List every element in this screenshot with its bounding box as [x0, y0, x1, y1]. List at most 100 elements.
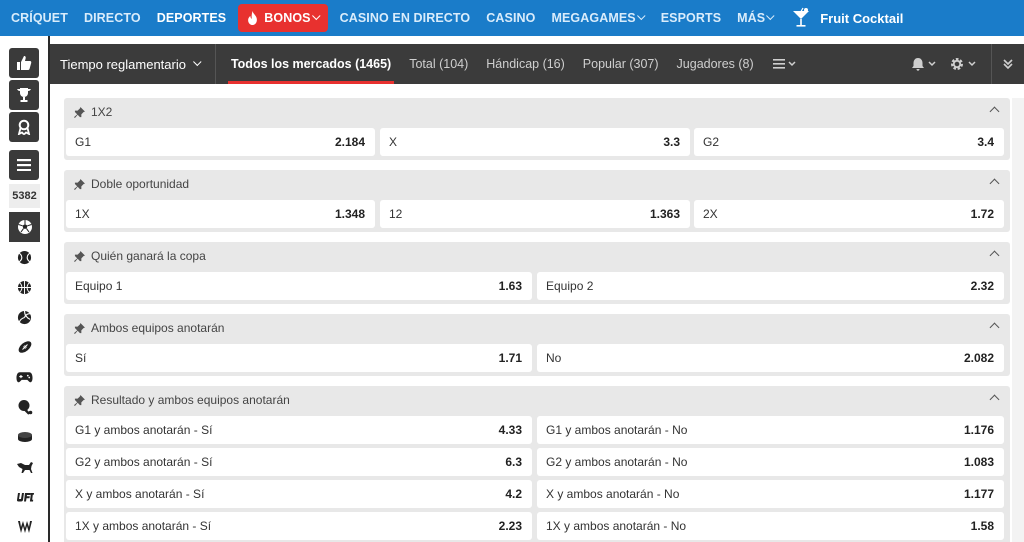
- odd-button[interactable]: G2 y ambos anotarán - Sí 6.3: [66, 448, 532, 476]
- nav-megagames[interactable]: MEGAGAMES: [543, 0, 652, 36]
- flame-icon: [248, 11, 258, 25]
- odd-value: 1.72: [970, 207, 994, 221]
- chevron-up-icon[interactable]: [989, 106, 1000, 117]
- odd-value: 1.083: [963, 455, 994, 469]
- nav-casino-en-directo[interactable]: CASINO EN DIRECTO: [332, 0, 479, 36]
- sidebar-sport-football[interactable]: [9, 212, 40, 242]
- market-header[interactable]: Ambos equipos anotarán: [64, 314, 1010, 342]
- nav-casino[interactable]: CASINO: [478, 0, 543, 36]
- odd-button[interactable]: Equipo 2 2.32: [537, 272, 1004, 300]
- sidebar-sport-esports[interactable]: [9, 362, 40, 392]
- horse-icon: [16, 462, 33, 473]
- odd-value: 3.3: [663, 135, 680, 149]
- odd-value: 1.63: [498, 279, 522, 293]
- sidebar-trophy[interactable]: [9, 80, 39, 110]
- odd-button[interactable]: 1X 1.348: [66, 200, 375, 228]
- pin-icon[interactable]: [74, 106, 85, 118]
- scrollbar[interactable]: [1012, 98, 1024, 542]
- market-header[interactable]: 1X2: [64, 98, 1010, 126]
- pin-icon[interactable]: [74, 394, 85, 406]
- nav-directo[interactable]: DIRECTO: [76, 0, 149, 36]
- market-quien-ganara-la-copa: Quién ganará la copa Equipo 1 1.63 Equipo…: [64, 242, 1010, 304]
- odd-value: 1.348: [334, 207, 365, 221]
- odd-button[interactable]: X y ambos anotarán - No 1.177: [537, 480, 1004, 508]
- sidebar-sport-american-football[interactable]: [9, 332, 40, 362]
- sidebar-sport-ufc[interactable]: [9, 482, 40, 512]
- odd-value: 1.177: [963, 487, 994, 501]
- market-header[interactable]: Resultado y ambos equipos anotarán: [64, 386, 1010, 414]
- mas-label: MÁS: [737, 11, 766, 25]
- basketball-icon: [17, 280, 32, 294]
- pin-icon[interactable]: [74, 178, 85, 190]
- settings-button[interactable]: [944, 44, 984, 84]
- cocktail-icon[interactable]: [790, 7, 812, 29]
- market-header[interactable]: Quién ganará la copa: [64, 242, 1010, 270]
- odd-button[interactable]: 1X y ambos anotarán - No 1.58: [537, 512, 1004, 540]
- megagames-label: MEGAGAMES: [551, 11, 636, 25]
- nav-deportes[interactable]: DEPORTES: [149, 0, 235, 36]
- nav-criquet[interactable]: CRÍQUET: [3, 0, 76, 36]
- odd-value: 2.184: [334, 135, 365, 149]
- chevron-up-icon[interactable]: [989, 250, 1000, 261]
- odd-button[interactable]: X y ambos anotarán - Sí 4.2: [66, 480, 532, 508]
- fruit-cocktail-link[interactable]: Fruit Cocktail: [820, 11, 903, 26]
- odd-button[interactable]: 2X 1.72: [694, 200, 1004, 228]
- odd-value: 3.4: [977, 135, 994, 149]
- odd-label: Equipo 2: [546, 279, 594, 293]
- tab-todos-los-mercados[interactable]: Todos los mercados (1465): [222, 44, 400, 84]
- pin-icon[interactable]: [74, 322, 85, 334]
- market-doble-oportunidad: Doble oportunidad 1X 1.348 12 1.363 2X 1.72: [64, 170, 1010, 232]
- sidebar-sport-tennis[interactable]: [9, 242, 40, 272]
- chevron-down-icon: [193, 57, 202, 67]
- odd-button[interactable]: No 2.082: [537, 344, 1004, 372]
- odd-button[interactable]: 12 1.363: [380, 200, 690, 228]
- tab-popular[interactable]: Popular (307): [574, 44, 668, 84]
- odd-label: G1 y ambos anotarán - Sí: [75, 423, 213, 437]
- sidebar-event-count: 5382: [9, 184, 40, 208]
- chevron-up-icon[interactable]: [989, 394, 1000, 405]
- tab-handicap[interactable]: Hándicap (16): [477, 44, 574, 84]
- chevron-up-icon[interactable]: [989, 178, 1000, 189]
- sidebar-sport-volleyball[interactable]: [9, 302, 40, 332]
- collapse-panel-button[interactable]: [991, 44, 1024, 84]
- odd-label: No: [546, 351, 562, 365]
- notifications-button[interactable]: [906, 44, 944, 84]
- tab-total[interactable]: Total (104): [400, 44, 477, 84]
- sidebar-sport-table-tennis[interactable]: [9, 392, 40, 422]
- sidebar-sport-wrestling[interactable]: [9, 512, 40, 542]
- odd-button[interactable]: X 3.3: [380, 128, 690, 156]
- sidebar-award[interactable]: [9, 112, 39, 142]
- market-header[interactable]: Doble oportunidad: [64, 170, 1010, 198]
- market-tabs-header: Tiempo reglamentario Todos los mercados …: [50, 44, 1024, 84]
- sidebar-favorites[interactable]: [9, 48, 39, 78]
- odd-label: 1X: [75, 207, 90, 221]
- sidebar-sport-hockey[interactable]: [9, 422, 40, 452]
- odd-button[interactable]: G2 y ambos anotarán - No 1.083: [537, 448, 1004, 476]
- chevron-up-icon[interactable]: [989, 322, 1000, 333]
- odd-button[interactable]: Sí 1.71: [66, 344, 532, 372]
- period-label: Tiempo reglamentario: [60, 56, 186, 72]
- nav-bonos[interactable]: BONOS: [238, 4, 328, 32]
- more-tabs-button[interactable]: [767, 44, 803, 84]
- sidebar-sport-basketball[interactable]: [9, 272, 40, 302]
- odd-button[interactable]: G1 y ambos anotarán - Sí 4.33: [66, 416, 532, 444]
- odd-button[interactable]: Equipo 1 1.63: [66, 272, 532, 300]
- pin-icon[interactable]: [74, 250, 85, 262]
- odd-label: G1 y ambos anotarán - No: [546, 423, 688, 437]
- odd-label: X y ambos anotarán - No: [546, 487, 680, 501]
- nav-esports[interactable]: ESPORTS: [653, 0, 729, 36]
- tab-jugadores[interactable]: Jugadores (8): [668, 44, 763, 84]
- sidebar-sport-horse-racing[interactable]: [9, 452, 40, 482]
- odd-label: G2 y ambos anotarán - No: [546, 455, 688, 469]
- period-selector[interactable]: Tiempo reglamentario: [50, 44, 211, 84]
- sidebar-menu[interactable]: [9, 150, 39, 180]
- odd-button[interactable]: G2 3.4: [694, 128, 1004, 156]
- list-menu-icon: [772, 59, 796, 69]
- nav-mas[interactable]: MÁS: [729, 0, 782, 36]
- odd-label: G2: [703, 135, 720, 149]
- odd-button[interactable]: G1 2.184: [66, 128, 375, 156]
- odd-button[interactable]: G1 y ambos anotarán - No 1.176: [537, 416, 1004, 444]
- award-ribbon-icon: [17, 119, 31, 135]
- market-title: Resultado y ambos equipos anotarán: [91, 393, 290, 407]
- odd-button[interactable]: 1X y ambos anotarán - Sí 2.23: [66, 512, 532, 540]
